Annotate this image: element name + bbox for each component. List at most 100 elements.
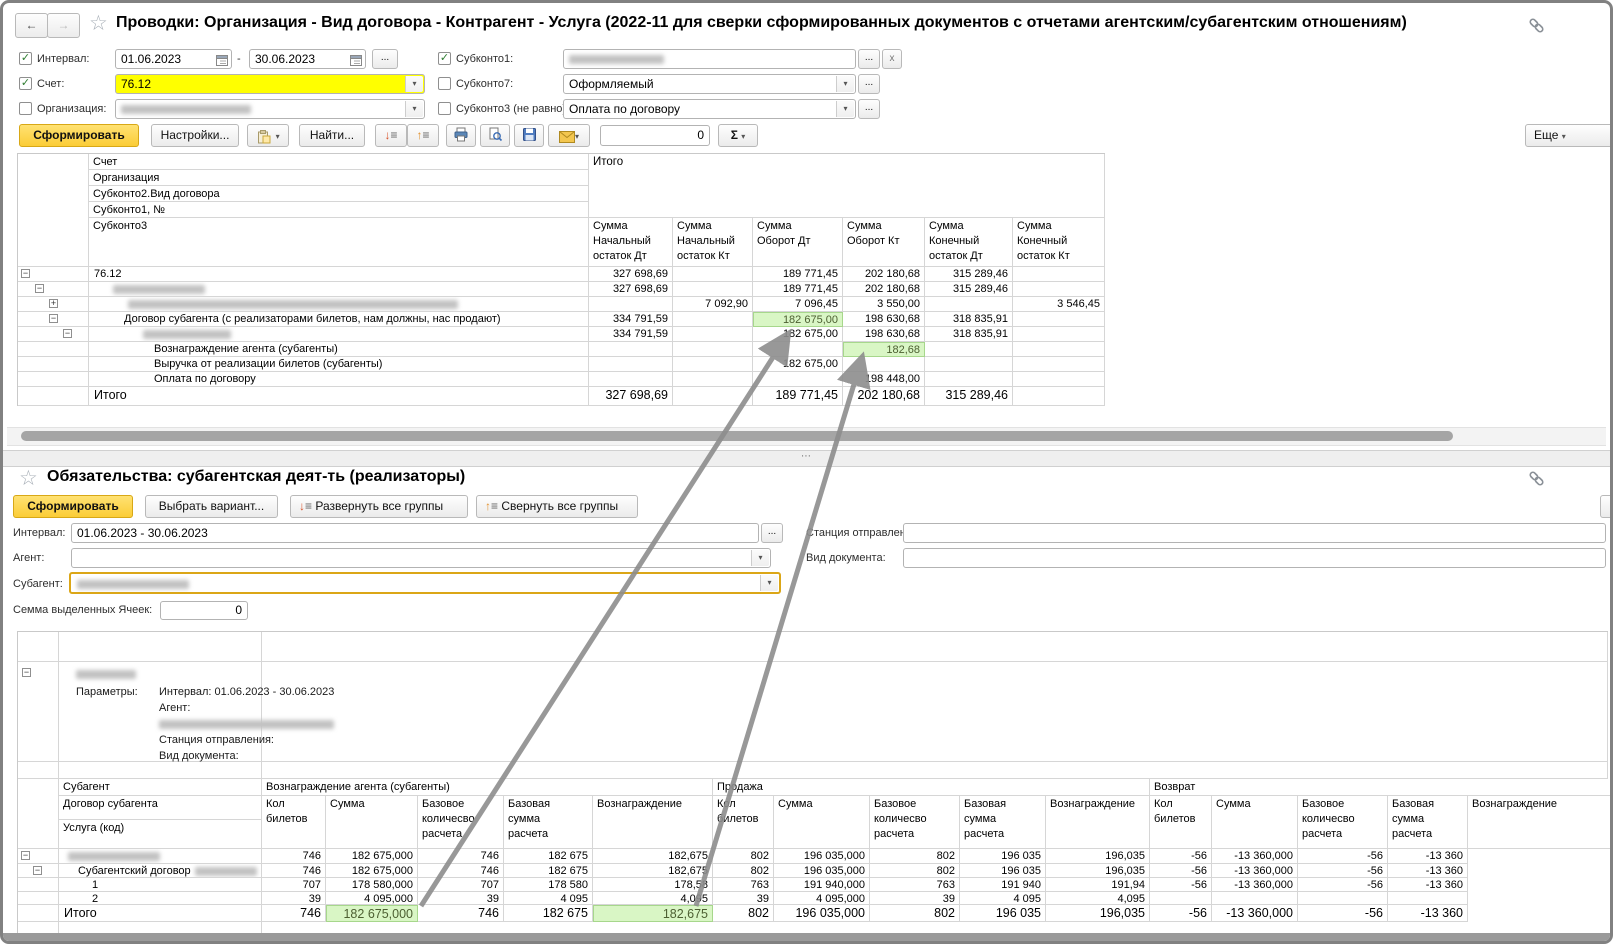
subconto7-pick-button[interactable]: ... <box>858 74 880 94</box>
sum-cells-field[interactable]: 0 <box>160 601 248 620</box>
row-label[interactable]: Субагентский договор <box>59 864 262 878</box>
table-cell[interactable]: -56 <box>1150 878 1212 892</box>
table-cell[interactable]: 746 <box>262 849 326 864</box>
subconto1-clear-button[interactable]: x <box>882 49 902 69</box>
table-cell[interactable]: 802 <box>870 864 960 878</box>
expand-toggle[interactable]: − <box>35 284 44 293</box>
table-cell[interactable]: -56 <box>1150 864 1212 878</box>
row-label[interactable] <box>89 297 589 312</box>
table-cell[interactable]: -13 360 <box>1388 864 1468 878</box>
table-cell[interactable]: 191 940,000 <box>774 878 870 892</box>
generate-button[interactable]: Сформировать <box>19 124 139 147</box>
table-cell[interactable]: 334 791,59 <box>589 327 673 342</box>
row-label[interactable] <box>59 849 262 864</box>
table-cell[interactable]: 707 <box>262 878 326 892</box>
table-cell[interactable] <box>673 357 753 372</box>
table-cell[interactable]: 39 <box>262 892 326 905</box>
table-cell[interactable]: 4 095,000 <box>326 892 418 905</box>
chevron-down-icon[interactable]: ▾ <box>405 101 423 117</box>
table-cell[interactable]: 189 771,45 <box>753 267 843 282</box>
row-label[interactable] <box>89 327 589 342</box>
table-cell[interactable] <box>589 357 673 372</box>
table-cell[interactable]: 802 <box>870 849 960 864</box>
scrollbar-thumb[interactable] <box>21 431 1453 441</box>
table-cell[interactable] <box>1150 892 1212 905</box>
table-cell[interactable] <box>589 297 673 312</box>
table-cell[interactable]: 3 546,45 <box>1013 297 1105 312</box>
interval-more-button[interactable]: ... <box>761 523 783 543</box>
table-cell[interactable]: 182 675,000 <box>326 864 418 878</box>
table-cell[interactable]: -56 <box>1298 878 1388 892</box>
table-cell[interactable]: 182 675,00 <box>753 357 843 372</box>
expand-all-groups-button[interactable]: ↓≡ Развернуть все группы <box>290 495 468 518</box>
collapse-groups-button[interactable]: ↑≡ <box>407 124 439 147</box>
table-cell[interactable]: 182 675 <box>504 849 593 864</box>
selected-cells-sum-field[interactable]: 0 <box>600 125 710 146</box>
calendar-icon[interactable] <box>350 54 362 66</box>
chevron-down-icon[interactable]: ▾ <box>836 101 854 117</box>
row-label[interactable] <box>89 282 589 297</box>
find-button[interactable]: Найти... <box>299 124 365 147</box>
subconto3-checkbox[interactable] <box>438 102 451 115</box>
table-cell[interactable]: 196 035,000 <box>774 849 870 864</box>
save-button[interactable] <box>514 124 544 147</box>
table-cell[interactable]: -56 <box>1298 864 1388 878</box>
interval-input[interactable]: 01.06.2023 - 30.06.2023 <box>71 523 759 543</box>
table-cell[interactable]: 182 675,00 <box>753 327 843 342</box>
table-cell[interactable]: 182,675 <box>593 905 713 922</box>
chevron-down-icon[interactable]: ▾ <box>836 76 854 92</box>
table-cell[interactable]: 196 035,000 <box>774 905 870 922</box>
send-mail-button[interactable]: ▾ <box>548 124 590 147</box>
expand-toggle[interactable]: − <box>33 866 42 875</box>
table-cell[interactable]: 182,675 <box>593 864 713 878</box>
clipboard-variant-button[interactable]: ▾ <box>247 124 289 147</box>
expand-toggle[interactable]: − <box>21 851 30 860</box>
table-cell[interactable] <box>1212 892 1298 905</box>
table-cell[interactable]: -13 360 <box>1388 878 1468 892</box>
agent-input[interactable]: ▾ <box>71 548 771 568</box>
table-cell[interactable] <box>1013 342 1105 357</box>
preview-button[interactable] <box>480 124 510 147</box>
table-cell[interactable] <box>673 282 753 297</box>
table-cell[interactable] <box>925 297 1013 312</box>
table-cell[interactable] <box>673 267 753 282</box>
table-cell[interactable]: 189 771,45 <box>753 387 843 406</box>
table-cell[interactable]: 191,94 <box>1046 878 1150 892</box>
table-cell[interactable] <box>673 342 753 357</box>
table-cell[interactable] <box>673 327 753 342</box>
back-button[interactable]: ← <box>15 13 48 38</box>
table-cell[interactable]: 4,095 <box>1046 892 1150 905</box>
expand-toggle[interactable]: − <box>21 269 30 278</box>
table-cell[interactable] <box>1013 327 1105 342</box>
subconto7-checkbox[interactable] <box>438 77 451 90</box>
horizontal-scrollbar[interactable] <box>7 427 1606 446</box>
table-cell[interactable]: 327 698,69 <box>589 267 673 282</box>
table-cell[interactable]: 196 035 <box>960 864 1046 878</box>
choose-variant-button[interactable]: Выбрать вариант... <box>145 495 278 518</box>
table-cell[interactable]: 196,035 <box>1046 905 1150 922</box>
table-cell[interactable]: -13 360 <box>1388 905 1468 922</box>
table-cell[interactable]: -56 <box>1150 905 1212 922</box>
table-cell[interactable]: 763 <box>870 878 960 892</box>
table-cell[interactable]: 196,035 <box>1046 849 1150 864</box>
table-cell[interactable]: 746 <box>418 849 504 864</box>
panel-splitter[interactable]: ⋯ <box>3 450 1610 467</box>
table-cell[interactable]: 3 550,00 <box>843 297 925 312</box>
table-cell[interactable]: 315 289,46 <box>925 387 1013 406</box>
table-cell[interactable] <box>1013 387 1105 406</box>
row-label[interactable]: 76.12 <box>89 267 589 282</box>
favorite-star-icon[interactable]: ☆ <box>89 14 108 34</box>
chevron-down-icon[interactable]: ▾ <box>751 550 769 566</box>
table-cell[interactable]: 318 835,91 <box>925 327 1013 342</box>
table-cell[interactable]: 202 180,68 <box>843 387 925 406</box>
table-cell[interactable]: 746 <box>262 905 326 922</box>
table-cell[interactable] <box>1013 372 1105 387</box>
link-icon[interactable] <box>1527 16 1546 35</box>
row-label[interactable]: Оплата по договору <box>89 372 589 387</box>
table-cell[interactable]: 191 940 <box>960 878 1046 892</box>
account-checkbox[interactable]: ✓ <box>19 77 32 90</box>
expand-toggle[interactable]: − <box>63 329 72 338</box>
table-cell[interactable] <box>925 372 1013 387</box>
table-cell[interactable]: 802 <box>713 849 774 864</box>
table-cell[interactable]: 802 <box>713 864 774 878</box>
